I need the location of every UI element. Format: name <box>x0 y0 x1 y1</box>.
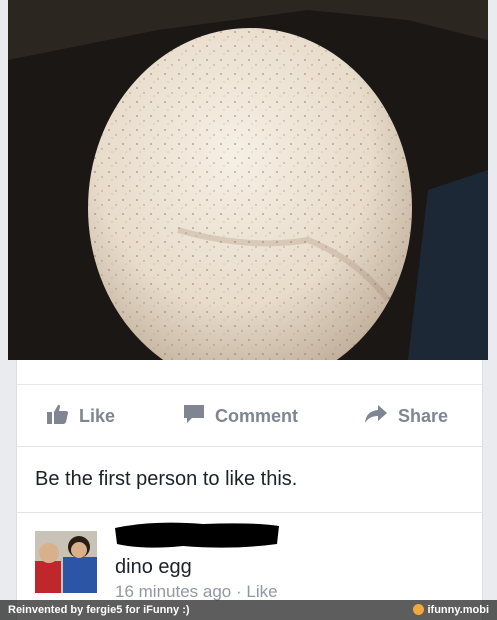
share-button-label: Share <box>398 405 449 426</box>
comment-text: dino egg <box>115 556 192 578</box>
thumbs-up-icon <box>47 404 79 429</box>
action-bar: Like Comment Share <box>17 385 482 447</box>
comment-button-label: Comment <box>215 405 299 426</box>
watermark-credit: Reinvented by fergie5 for iFunny :) <box>8 604 190 616</box>
egg-illustration <box>8 0 488 360</box>
like-button[interactable]: Like <box>47 403 115 429</box>
comment-time: 16 minutes ago <box>115 582 232 601</box>
watermark-bar: Reinvented by fergie5 for iFunny :) ifun… <box>0 600 497 620</box>
watermark-brand-text: ifunny.mobi <box>427 604 489 616</box>
comment-like-link[interactable]: Like <box>246 582 277 601</box>
redacted-name <box>113 520 281 550</box>
meta-separator: · <box>231 582 247 601</box>
post-photo[interactable] <box>8 0 488 360</box>
avatar[interactable] <box>35 531 97 593</box>
comment-meta: 16 minutes ago · Like <box>115 582 278 602</box>
watermark-brand: ifunny.mobi <box>413 604 489 616</box>
divider <box>17 512 482 513</box>
share-button[interactable]: Share <box>364 403 448 429</box>
comment-bubble-icon <box>183 404 215 429</box>
post-card: Like Comment Share Be the first person t… <box>16 360 483 620</box>
card-top-strip <box>17 360 482 385</box>
ifunny-logo-icon <box>413 604 425 615</box>
like-button-label: Like <box>79 405 116 426</box>
likes-summary: Be the first person to like this. <box>35 468 298 490</box>
share-arrow-icon <box>364 404 398 429</box>
comment-button[interactable]: Comment <box>183 403 298 429</box>
